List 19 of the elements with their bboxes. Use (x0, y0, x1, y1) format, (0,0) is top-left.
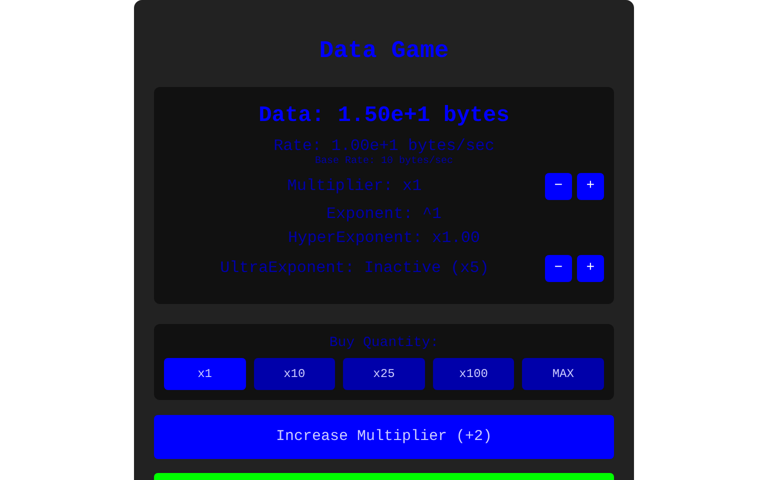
quantity-option[interactable]: x10 (254, 358, 336, 390)
stat-label: Exponent: ^1 (326, 204, 442, 225)
stat-label: Multiplier: x1 (287, 177, 422, 195)
buy-quantity-label: Buy Quantity: (329, 334, 439, 352)
decrease-button[interactable]: − (545, 254, 572, 282)
rate-text: Rate: 1.00e+1 bytes/sec (274, 136, 494, 156)
action-button[interactable]: Increase Multiplier (+2) (154, 415, 614, 459)
data-amount: Data: 1.50e+1 bytes (258, 102, 510, 130)
base-rate-text: Base Rate: 10 bytes/sec (314, 156, 454, 168)
stat-label: HyperExponent: x1.00 (288, 228, 480, 249)
stat-label: UltraExponent: Inactive (x5) (220, 259, 489, 277)
game-title: Data Game (318, 37, 450, 67)
decrease-button[interactable]: − (545, 172, 572, 200)
quantity-option[interactable]: x25 (343, 358, 425, 390)
increase-button[interactable]: + (577, 172, 604, 200)
increase-button[interactable]: + (577, 254, 604, 282)
quantity-option[interactable]: MAX (522, 358, 604, 390)
quantity-option[interactable]: x100 (432, 358, 514, 390)
quantity-option[interactable]: x1 (164, 358, 246, 390)
